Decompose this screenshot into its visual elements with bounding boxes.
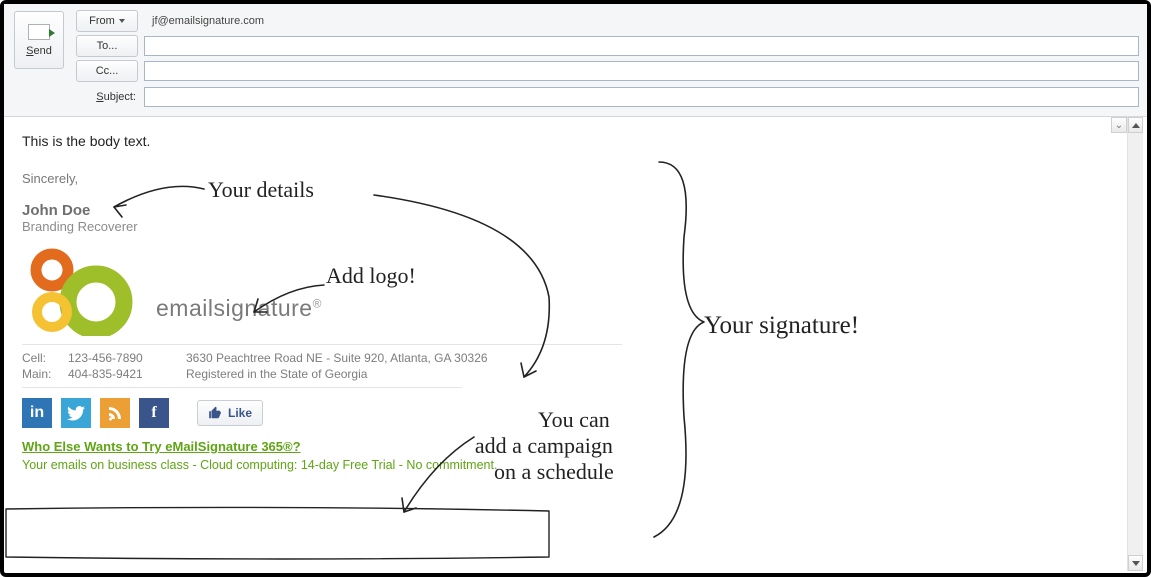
envelope-icon bbox=[28, 24, 50, 40]
arrow-up-icon bbox=[1132, 123, 1140, 128]
like-button-label: Like bbox=[228, 406, 252, 420]
linkedin-icon[interactable]: in bbox=[22, 398, 52, 428]
thumb-up-icon bbox=[208, 406, 222, 420]
main-value: 404-835-9421 bbox=[68, 367, 186, 381]
scroll-up-button[interactable] bbox=[1128, 117, 1143, 133]
cc-input[interactable] bbox=[144, 61, 1139, 81]
twitter-icon[interactable] bbox=[61, 398, 91, 428]
to-input[interactable] bbox=[144, 36, 1139, 56]
body-text: This is the body text. bbox=[22, 133, 1129, 149]
contact-block: Cell: 123-456-7890 3630 Peachtree Road N… bbox=[22, 351, 1129, 381]
rss-icon[interactable] bbox=[100, 398, 130, 428]
send-button-label: Send bbox=[26, 45, 52, 57]
social-row: in f Like bbox=[22, 398, 1129, 428]
sender-name: John Doe bbox=[22, 202, 1129, 219]
campaign-text: Your emails on business class - Cloud co… bbox=[22, 458, 1129, 472]
facebook-icon[interactable]: f bbox=[139, 398, 169, 428]
cc-button[interactable]: Cc... bbox=[76, 60, 138, 82]
message-body[interactable]: ⌄ This is the body text. Sincerely, John… bbox=[4, 117, 1147, 571]
campaign-link[interactable]: Who Else Wants to Try eMailSignature 365… bbox=[22, 439, 301, 454]
sender-title: Branding Recoverer bbox=[22, 219, 1129, 234]
address-value: 3630 Peachtree Road NE - Suite 920, Atla… bbox=[186, 351, 1129, 365]
brand-logo-icon bbox=[22, 248, 142, 336]
scroll-down-button[interactable] bbox=[1128, 555, 1143, 571]
divider bbox=[22, 344, 622, 345]
outlook-compose-window: Send From jf@emailsignature.com bbox=[0, 0, 1151, 577]
cell-value: 123-456-7890 bbox=[68, 351, 186, 365]
to-button[interactable]: To... bbox=[76, 35, 138, 57]
divider bbox=[22, 387, 462, 388]
chevron-down-icon bbox=[119, 19, 125, 23]
arrow-down-icon bbox=[1132, 561, 1140, 566]
subject-label: Subject: bbox=[66, 91, 144, 103]
cell-label: Cell: bbox=[22, 351, 68, 365]
signoff-text: Sincerely, bbox=[22, 171, 1129, 186]
registration-value: Registered in the State of Georgia bbox=[186, 367, 1129, 381]
send-button[interactable]: Send bbox=[14, 11, 64, 69]
subject-input[interactable] bbox=[144, 87, 1139, 107]
cc-button-label: Cc... bbox=[96, 65, 119, 77]
brand-name: emailsignature® bbox=[156, 295, 322, 336]
vertical-scrollbar[interactable] bbox=[1127, 117, 1143, 571]
like-button[interactable]: Like bbox=[197, 400, 263, 426]
main-label: Main: bbox=[22, 367, 68, 381]
to-button-label: To... bbox=[97, 40, 118, 52]
compose-header: Send From jf@emailsignature.com bbox=[4, 4, 1147, 117]
from-button-label: From bbox=[89, 15, 115, 27]
expand-ribbon-icon[interactable]: ⌄ bbox=[1111, 117, 1127, 133]
from-value: jf@emailsignature.com bbox=[144, 15, 1139, 27]
from-button[interactable]: From bbox=[76, 10, 138, 32]
